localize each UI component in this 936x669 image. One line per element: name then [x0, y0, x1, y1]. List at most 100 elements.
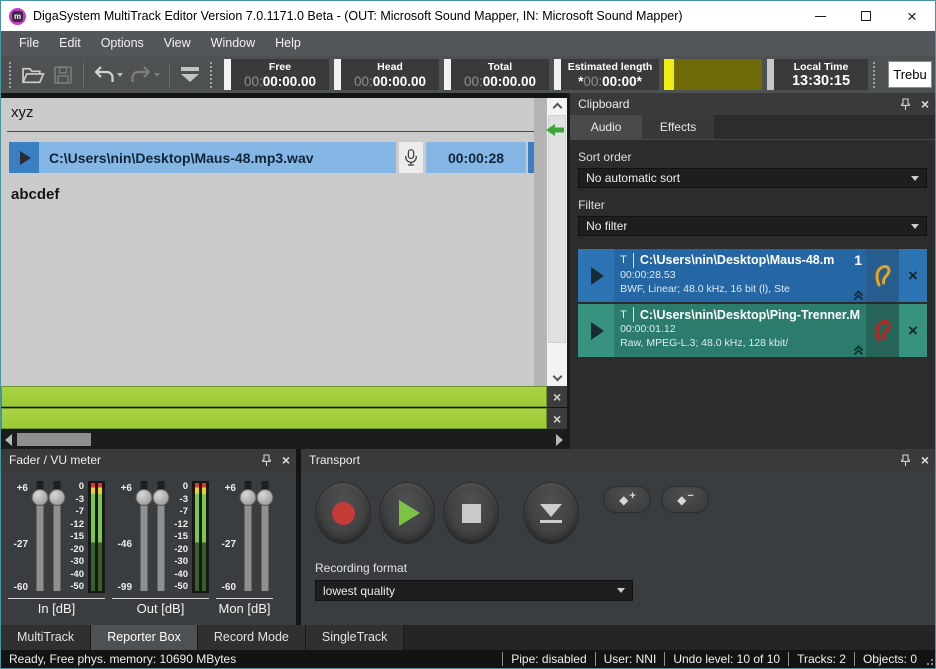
- toolbar-grip[interactable]: [873, 62, 877, 88]
- fader-group-label: In [dB]: [8, 598, 105, 616]
- item-remove-button[interactable]: ×: [899, 304, 927, 357]
- transport-panel: Transport × ◆+: [301, 449, 935, 625]
- clipboard-close-button[interactable]: ×: [921, 97, 929, 111]
- expand-chevrons-icon[interactable]: [852, 344, 865, 356]
- scroll-down-button[interactable]: [547, 370, 567, 386]
- slider-knob[interactable]: [31, 489, 48, 506]
- transport-header: Transport ×: [301, 449, 935, 471]
- pin-button[interactable]: [900, 454, 911, 467]
- tab-record-mode[interactable]: Record Mode: [198, 625, 306, 650]
- item-play-button[interactable]: [578, 249, 614, 302]
- status-bar: Ready, Free phys. memory: 10690 MBytes P…: [1, 650, 935, 668]
- fader-group-label: Out [dB]: [112, 598, 209, 616]
- play-button[interactable]: [379, 482, 435, 544]
- status-undo-level: Undo level: 10 of 10: [664, 652, 788, 666]
- clipboard-body: Sort order No automatic sort Filter No f…: [570, 140, 935, 449]
- remove-marker-button[interactable]: ◆−: [661, 486, 709, 513]
- time-value: 00:00:00.00: [244, 74, 316, 89]
- menu-options[interactable]: Options: [91, 31, 154, 56]
- vu-scale: 0-3-7-12-15-20-30-40-50: [65, 481, 88, 593]
- save-button[interactable]: [48, 61, 78, 89]
- track-lane-bar[interactable]: [1, 408, 547, 429]
- menu-view[interactable]: View: [154, 31, 201, 56]
- pin-button[interactable]: [900, 98, 911, 111]
- slider-knob[interactable]: [239, 489, 256, 506]
- fader-slider[interactable]: [239, 481, 256, 593]
- item-prelisten-button[interactable]: [866, 249, 899, 302]
- menu-help[interactable]: Help: [265, 31, 311, 56]
- menu-file[interactable]: File: [9, 31, 49, 56]
- track-lane-close-button[interactable]: ×: [547, 386, 567, 407]
- minimize-button[interactable]: [797, 1, 843, 31]
- recording-format-label: Recording format: [315, 561, 935, 575]
- tab-audio[interactable]: Audio: [570, 115, 642, 139]
- scroll-up-button[interactable]: [547, 98, 567, 114]
- fader-slider[interactable]: [31, 481, 48, 593]
- item-prelisten-button[interactable]: [866, 304, 899, 357]
- tab-singletrack[interactable]: SingleTrack: [306, 625, 405, 650]
- dropdown-arrow-icon: [617, 588, 625, 593]
- vertical-scrollbar-thumb[interactable]: [548, 115, 566, 343]
- tab-multitrack[interactable]: MultiTrack: [1, 625, 91, 650]
- scroll-left-button[interactable]: [1, 430, 16, 449]
- clipboard-item[interactable]: T C:\Users\nin\Desktop\Maus-48.m 1 00:00…: [578, 249, 927, 302]
- clipboard-title: Clipboard: [578, 97, 900, 111]
- status-pipe: Pipe: disabled: [502, 652, 594, 666]
- item-body[interactable]: T C:\Users\nin\Desktop\Maus-48.m 1 00:00…: [614, 249, 866, 302]
- record-button[interactable]: [315, 482, 371, 544]
- stop-button[interactable]: [443, 482, 499, 544]
- slider-knob[interactable]: [152, 489, 169, 506]
- item-body[interactable]: T C:\Users\nin\Desktop\Ping-Trenner.M 00…: [614, 304, 866, 357]
- font-button[interactable]: Trebu: [888, 61, 932, 88]
- menu-window[interactable]: Window: [201, 31, 265, 56]
- scroll-right-button[interactable]: [552, 430, 567, 449]
- clipboard-item[interactable]: T C:\Users\nin\Desktop\Ping-Trenner.M 00…: [578, 304, 927, 357]
- pin-button[interactable]: [261, 454, 272, 467]
- add-marker-button[interactable]: ◆+: [603, 486, 651, 513]
- transport-close-button[interactable]: ×: [921, 453, 929, 467]
- clip-file-path[interactable]: C:\Users\nin\Desktop\Maus-48.mp3.wav: [39, 142, 396, 173]
- clip-duration: 00:00:28: [426, 142, 526, 173]
- undo-button[interactable]: [89, 61, 127, 89]
- clip-record-button[interactable]: [399, 142, 423, 173]
- toolbar-grip[interactable]: [210, 62, 214, 88]
- redo-button[interactable]: [126, 61, 164, 89]
- redo-dropdown-arrow[interactable]: [154, 73, 160, 77]
- open-button[interactable]: [18, 61, 48, 89]
- tab-reporter-box[interactable]: Reporter Box: [91, 625, 198, 650]
- resize-grip[interactable]: [925, 652, 935, 666]
- fader-slider[interactable]: [256, 481, 273, 593]
- editor-canvas[interactable]: xyz C:\Users\nin\Desktop\Maus-48.mp3.wav: [1, 98, 567, 386]
- toolbar-grip[interactable]: [9, 62, 13, 88]
- fader-slider[interactable]: [48, 481, 65, 593]
- undo-dropdown-arrow[interactable]: [117, 73, 123, 77]
- fader-slider[interactable]: [152, 481, 169, 593]
- collapse-button[interactable]: [175, 61, 205, 89]
- item-remove-button[interactable]: ×: [899, 249, 927, 302]
- horizontal-scrollbar[interactable]: [1, 430, 567, 449]
- slider-knob[interactable]: [256, 489, 273, 506]
- clip-play-button[interactable]: [9, 142, 39, 173]
- maximize-button[interactable]: [843, 1, 889, 31]
- fader-close-button[interactable]: ×: [282, 453, 290, 467]
- track-lane-close-button[interactable]: ×: [547, 408, 567, 429]
- track-lane-bar[interactable]: [1, 386, 547, 407]
- time-display-estimated: Estimated length *00:00:00*: [554, 59, 659, 90]
- slider-knob[interactable]: [48, 489, 65, 506]
- recording-format-select[interactable]: lowest quality: [315, 580, 633, 601]
- vertical-scrollbar[interactable]: [547, 98, 567, 386]
- goto-end-button[interactable]: [523, 482, 579, 544]
- menu-edit[interactable]: Edit: [49, 31, 91, 56]
- tab-effects[interactable]: Effects: [642, 115, 714, 139]
- horizontal-scrollbar-thumb[interactable]: [17, 433, 91, 446]
- fader-slider[interactable]: [135, 481, 152, 593]
- sort-order-select[interactable]: No automatic sort: [578, 168, 927, 188]
- filter-select[interactable]: No filter: [578, 216, 927, 236]
- slider-knob[interactable]: [135, 489, 152, 506]
- local-time-value: 13:30:15: [792, 74, 850, 89]
- item-play-button[interactable]: [578, 304, 614, 357]
- play-icon: [591, 322, 604, 340]
- close-button[interactable]: ×: [889, 1, 935, 31]
- time-display-total: Total 00:00:00.00: [444, 59, 549, 90]
- expand-chevrons-icon[interactable]: [852, 289, 865, 301]
